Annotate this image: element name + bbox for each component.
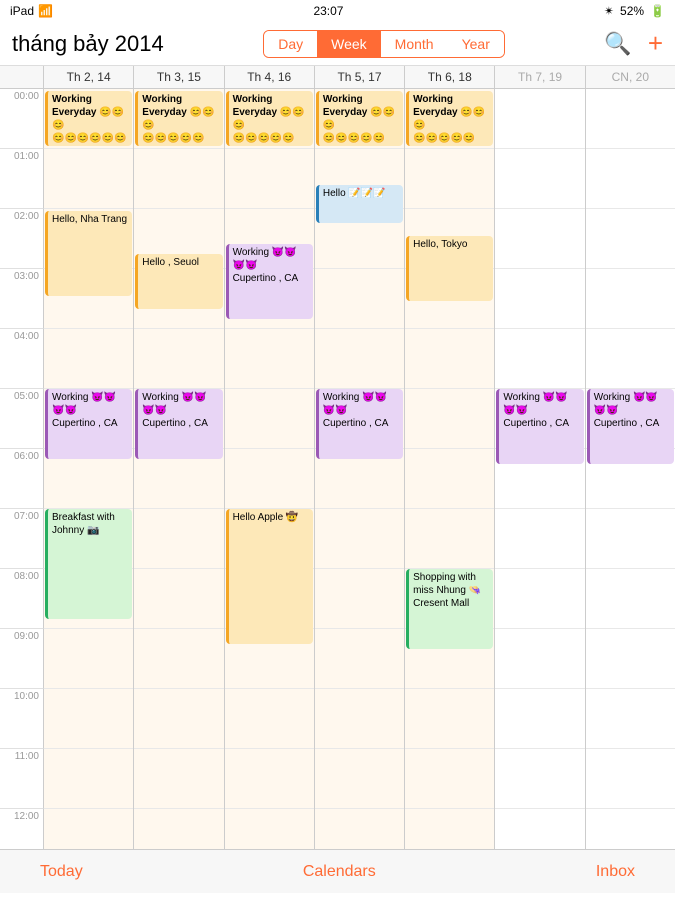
seg-month[interactable]: Month bbox=[381, 31, 448, 57]
add-icon[interactable]: + bbox=[648, 28, 663, 59]
time-col-header bbox=[0, 66, 44, 88]
header-icons: 🔍 + bbox=[604, 28, 663, 59]
event-working-cupertino-3[interactable]: Working 😈😈😈😈Cupertino , CA bbox=[316, 389, 403, 459]
event-shopping-miss-nhung[interactable]: Shopping with miss Nhung 👒Cresent Mall bbox=[406, 569, 493, 649]
event-hello-tokyo[interactable]: Hello, Tokyo bbox=[406, 236, 493, 301]
day-col-2: Working Everyday 😊😊😊😊😊😊😊😊 Working 😈😈😈😈Cu… bbox=[225, 89, 315, 849]
seg-year[interactable]: Year bbox=[448, 31, 504, 57]
event-hello-seuol[interactable]: Hello , Seuol bbox=[135, 254, 222, 309]
status-time: 23:07 bbox=[313, 4, 343, 18]
wifi-icon: 📶 bbox=[38, 4, 53, 18]
tab-today[interactable]: Today bbox=[40, 863, 83, 881]
seg-day[interactable]: Day bbox=[264, 31, 317, 57]
battery-icon: 🔋 bbox=[650, 4, 665, 18]
event-working-everyday-0[interactable]: Working Everyday 😊😊😊😊😊😊😊😊😊 bbox=[45, 91, 132, 146]
tab-bar: Today Calendars Inbox bbox=[0, 849, 675, 893]
days-container: Working Everyday 😊😊😊😊😊😊😊😊😊 Hello, Nha Tr… bbox=[44, 89, 675, 849]
tab-inbox[interactable]: Inbox bbox=[596, 863, 635, 881]
event-working-cupertino-5[interactable]: Working 😈😈😈😈Cupertino , CA bbox=[496, 389, 583, 464]
day-col-3: Working Everyday 😊😊😊😊😊😊😊😊 Hello 📝📝📝 Work… bbox=[315, 89, 405, 849]
app-title: tháng bảy 2014 bbox=[12, 31, 164, 57]
header: tháng bảy 2014 Day Week Month Year 🔍 + bbox=[0, 22, 675, 66]
status-right: ✴ 52% 🔋 bbox=[604, 4, 665, 18]
event-working-cupertino-1[interactable]: Working 😈😈😈😈Cupertino , CA bbox=[135, 389, 222, 459]
event-working-cupertino-0[interactable]: Working 😈😈😈😈Cupertino , CA bbox=[45, 389, 132, 459]
status-bar: iPad 📶 23:07 ✴ 52% 🔋 bbox=[0, 0, 675, 22]
day-col-1: Working Everyday 😊😊😊😊😊😊😊😊 Hello , Seuol … bbox=[134, 89, 224, 849]
day-header-5: Th 7, 19 bbox=[495, 66, 585, 88]
status-left: iPad 📶 bbox=[10, 4, 53, 18]
day-col-6: Working 😈😈😈😈Cupertino , CA bbox=[586, 89, 675, 849]
event-hello-notes[interactable]: Hello 📝📝📝 bbox=[316, 185, 403, 223]
segmented-control: Day Week Month Year bbox=[263, 30, 505, 58]
event-hello-apple[interactable]: Hello Apple 🤠 bbox=[226, 509, 313, 644]
event-working-everyday-2[interactable]: Working Everyday 😊😊😊😊😊😊😊😊 bbox=[226, 91, 313, 146]
day-header-2: Th 4, 16 bbox=[225, 66, 315, 88]
event-working-everyday-4[interactable]: Working Everyday 😊😊😊😊😊😊😊😊 bbox=[406, 91, 493, 146]
event-working-everyday-1[interactable]: Working Everyday 😊😊😊😊😊😊😊😊 bbox=[135, 91, 222, 146]
bluetooth-icon: ✴ bbox=[604, 4, 614, 18]
event-breakfast-johnny[interactable]: Breakfast with Johnny 📷 bbox=[45, 509, 132, 619]
seg-week[interactable]: Week bbox=[317, 31, 381, 57]
search-icon[interactable]: 🔍 bbox=[604, 31, 631, 57]
time-col: 00:00 01:00 02:00 03:00 04:00 05:00 06:0… bbox=[0, 89, 44, 849]
device-name: iPad bbox=[10, 4, 34, 18]
day-col-5: Working 😈😈😈😈Cupertino , CA bbox=[495, 89, 585, 849]
day-header-4: Th 6, 18 bbox=[405, 66, 495, 88]
day-col-0: Working Everyday 😊😊😊😊😊😊😊😊😊 Hello, Nha Tr… bbox=[44, 89, 134, 849]
day-header-3: Th 5, 17 bbox=[315, 66, 405, 88]
day-col-4: Working Everyday 😊😊😊😊😊😊😊😊 Hello, Tokyo S… bbox=[405, 89, 495, 849]
calendar-grid: 00:00 01:00 02:00 03:00 04:00 05:00 06:0… bbox=[0, 89, 675, 849]
event-working-cupertino-2a[interactable]: Working 😈😈😈😈Cupertino , CA bbox=[226, 244, 313, 319]
tab-calendars[interactable]: Calendars bbox=[303, 863, 376, 881]
day-header-1: Th 3, 15 bbox=[134, 66, 224, 88]
calendar-scroll[interactable]: 00:00 01:00 02:00 03:00 04:00 05:00 06:0… bbox=[0, 89, 675, 849]
day-header-6: CN, 20 bbox=[586, 66, 675, 88]
event-working-cupertino-6[interactable]: Working 😈😈😈😈Cupertino , CA bbox=[587, 389, 674, 464]
event-hello-nha-trang[interactable]: Hello, Nha Trang bbox=[45, 211, 132, 296]
event-working-everyday-3[interactable]: Working Everyday 😊😊😊😊😊😊😊😊 bbox=[316, 91, 403, 146]
day-header-0: Th 2, 14 bbox=[44, 66, 134, 88]
day-headers-row: Th 2, 14 Th 3, 15 Th 4, 16 Th 5, 17 Th 6… bbox=[0, 66, 675, 89]
battery-text: 52% bbox=[620, 4, 644, 18]
